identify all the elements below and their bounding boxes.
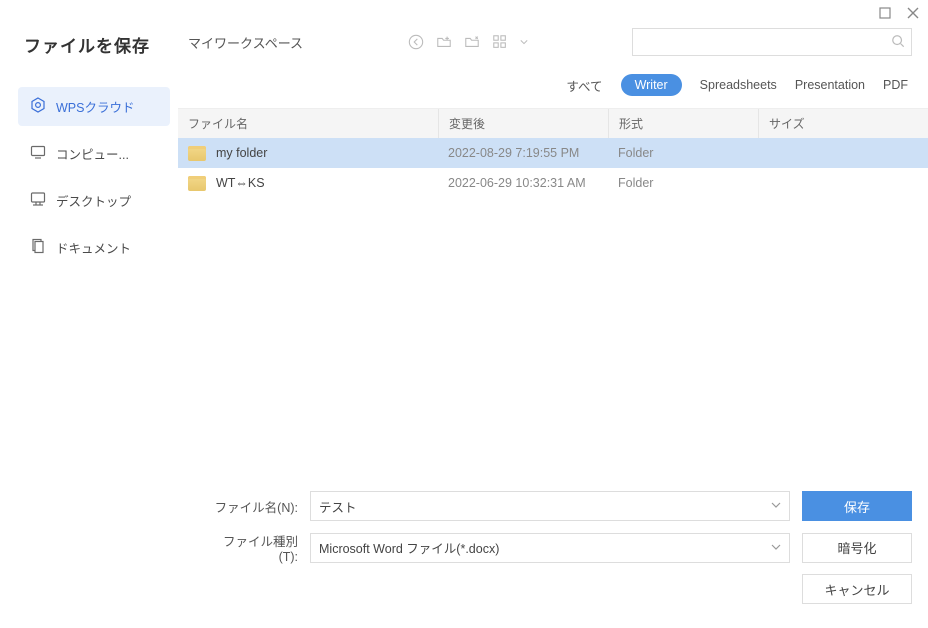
sidebar-item-label: コンピュー... [56, 144, 129, 163]
sidebar-item-label: デスクトップ [56, 191, 131, 210]
file-modified: 2022-06-29 10:32:31 AM [438, 170, 608, 196]
table-header: ファイル名 変更後 形式 サイズ [178, 108, 928, 138]
encrypt-button[interactable]: 暗号化 [802, 533, 912, 563]
file-size [758, 147, 928, 159]
sidebar-item-label: ドキュメント [56, 238, 131, 257]
file-list: my folder 2022-08-29 7:19:55 PM Folder W… [178, 138, 928, 479]
filetype-value: Microsoft Word ファイル(*.docx) [319, 538, 499, 557]
computer-icon [30, 144, 46, 163]
save-button[interactable]: 保存 [802, 491, 912, 521]
filetype-field[interactable]: Microsoft Word ファイル(*.docx) [310, 533, 790, 563]
dialog-title: ファイルを保存 [24, 32, 170, 57]
search-icon[interactable] [891, 34, 905, 51]
toolbar [407, 33, 529, 51]
filter-tabs: すべて Writer Spreadsheets Presentation PDF [178, 64, 928, 108]
upload-icon[interactable] [463, 33, 481, 51]
sidebar-item-computer[interactable]: コンピュー... [18, 134, 170, 173]
view-grid-icon[interactable] [491, 33, 509, 51]
file-format: Folder [608, 140, 758, 166]
chevron-down-icon[interactable] [519, 33, 529, 51]
col-modified[interactable]: 変更後 [438, 109, 608, 138]
sidebar-item-documents[interactable]: ドキュメント [18, 228, 170, 267]
table-row[interactable]: my folder 2022-08-29 7:19:55 PM Folder [178, 138, 928, 168]
filetype-label: ファイル種別(T): [212, 531, 298, 564]
tab-all[interactable]: すべて [566, 76, 602, 95]
search-input[interactable] [639, 29, 891, 55]
breadcrumb: マイワークスペース [188, 33, 303, 52]
sidebar-item-wps-cloud[interactable]: WPSクラウド [18, 87, 170, 126]
sidebar-item-desktop[interactable]: デスクトップ [18, 181, 170, 220]
cloud-icon [30, 97, 46, 116]
tab-pdf[interactable]: PDF [883, 78, 908, 92]
new-folder-icon[interactable] [435, 33, 453, 51]
back-icon[interactable] [407, 33, 425, 51]
filename-label: ファイル名(N): [212, 497, 298, 516]
col-format[interactable]: 形式 [608, 109, 758, 138]
file-name: WT⇔KS [216, 176, 265, 190]
sidebar: ファイルを保存 WPSクラウド コンピュー... デスクトップ ドキュメント [0, 0, 178, 628]
documents-icon [30, 238, 46, 257]
file-format: Folder [608, 170, 758, 196]
search-box[interactable] [632, 28, 912, 56]
tab-writer[interactable]: Writer [621, 74, 682, 96]
tab-spreadsheets[interactable]: Spreadsheets [700, 78, 777, 92]
filename-field[interactable]: テスト [310, 491, 790, 521]
table-row[interactable]: WT⇔KS 2022-06-29 10:32:31 AM Folder [178, 168, 928, 198]
filename-value: テスト [319, 497, 357, 516]
chevron-down-icon [771, 541, 781, 555]
sidebar-item-label: WPSクラウド [56, 97, 134, 116]
cancel-button[interactable]: キャンセル [802, 574, 912, 604]
tab-presentation[interactable]: Presentation [795, 78, 865, 92]
file-name: my folder [216, 146, 267, 160]
bottom-panel: ファイル名(N): テスト 保存 ファイル種別(T): Microsoft Wo… [178, 479, 928, 628]
col-name[interactable]: ファイル名 [178, 109, 438, 138]
file-size [758, 177, 928, 189]
chevron-down-icon [771, 499, 781, 513]
file-modified: 2022-08-29 7:19:55 PM [438, 140, 608, 166]
col-size[interactable]: サイズ [758, 109, 928, 138]
main-panel: マイワークスペース [178, 0, 928, 628]
desktop-icon [30, 191, 46, 210]
